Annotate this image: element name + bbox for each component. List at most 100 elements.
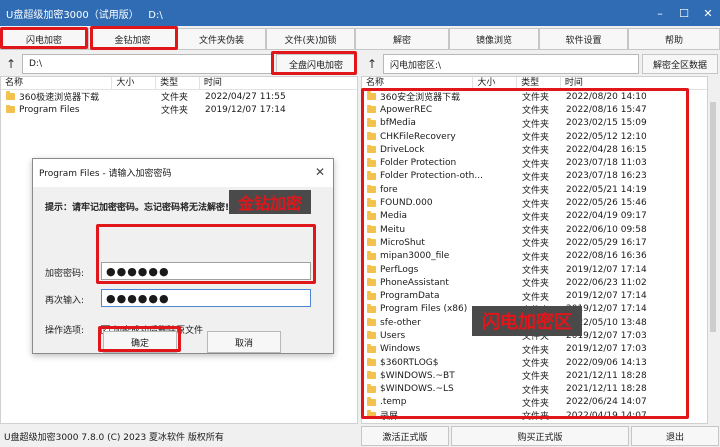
right-path-field[interactable]: 闪电加密区:\ xyxy=(383,54,639,74)
file-row[interactable]: Folder Protection 文件夹 2023/07/18 11:03 xyxy=(362,156,707,170)
file-time: 2022/06/23 11:02 xyxy=(566,277,647,288)
file-type: 文件夹 xyxy=(522,279,550,290)
file-type: 文件夹 xyxy=(522,93,550,104)
file-row[interactable]: Meitu 文件夹 2022/06/10 09:58 xyxy=(362,223,707,236)
file-name: PhoneAssistant xyxy=(380,277,449,288)
file-name-cell: CHKFileRecovery xyxy=(362,131,518,142)
file-row[interactable]: MicroShut 文件夹 2022/05/29 16:17 xyxy=(362,236,707,249)
confirm-password-label: 再次输入: xyxy=(45,296,85,306)
folder-icon xyxy=(367,171,376,180)
file-name: Folder Protection-oth... xyxy=(380,171,483,182)
ok-button[interactable]: 确定 xyxy=(103,331,177,353)
file-row[interactable]: 360安全浏览器下载 文件夹 2022/08/20 14:10 xyxy=(362,90,707,103)
gold-encrypt-callout: 金钻加密 xyxy=(229,190,311,214)
file-name-cell: fore xyxy=(362,184,518,195)
file-row[interactable]: PerfLogs 文件夹 2019/12/07 17:14 xyxy=(362,263,707,276)
file-row[interactable]: mipan3000_file 文件夹 2022/08/16 16:36 xyxy=(362,250,707,263)
folder-icon xyxy=(367,344,376,353)
help-button[interactable]: 帮助 xyxy=(628,28,720,50)
file-row[interactable]: fore 文件夹 2022/05/21 14:19 xyxy=(362,183,707,196)
close-icon[interactable]: ✕ xyxy=(696,0,720,26)
gold-encrypt-button[interactable]: 金钻加密 xyxy=(88,28,177,50)
file-lock-button[interactable]: 文件(夹)加锁 xyxy=(266,28,355,50)
file-row[interactable]: FOUND.000 文件夹 2022/05/26 15:46 xyxy=(362,196,707,210)
file-row[interactable]: .temp 文件夹 2022/06/24 14:07 xyxy=(362,396,707,409)
file-name-cell: Meitu xyxy=(362,224,518,235)
dialog-title: Program Files - 请输入加密密码 xyxy=(39,168,172,179)
file-name: PerfLogs xyxy=(380,264,419,275)
close-icon[interactable]: ✕ xyxy=(315,165,325,179)
file-row[interactable]: Folder Protection-oth... 文件夹 2023/07/18 16… xyxy=(362,170,707,183)
file-row[interactable]: 360极速浏览器下载 文件夹 2022/04/27 11:55 xyxy=(1,90,357,103)
file-name-cell: PerfLogs xyxy=(362,264,518,275)
file-row[interactable]: CHKFileRecovery 文件夹 2022/05/12 12:10 xyxy=(362,130,707,143)
col-time[interactable]: 时间 xyxy=(200,77,357,90)
file-row[interactable]: $360RTLOG$ 文件夹 2022/09/06 14:13 xyxy=(362,356,707,369)
col-time[interactable]: 时间 xyxy=(561,77,707,90)
file-row[interactable]: DriveLock 文件夹 2022/04/28 16:15 xyxy=(362,143,707,156)
file-type: 文件夹 xyxy=(522,398,550,409)
file-row[interactable]: Windows 文件夹 2019/12/07 17:03 xyxy=(362,343,707,356)
up-arrow-icon[interactable]: ↑ xyxy=(361,54,383,74)
mirror-browse-button[interactable]: 镜像浏览 xyxy=(449,28,539,50)
file-time: 2022/08/20 14:10 xyxy=(566,91,647,102)
file-type: 文件夹 xyxy=(522,292,550,303)
title-bar: U盘超级加密3000（试用版） D:\ – ☐ ✕ xyxy=(0,0,720,26)
file-row[interactable]: $WINDOWS.~LS 文件夹 2021/12/11 18:28 xyxy=(362,383,707,396)
file-type: 文件夹 xyxy=(161,93,189,104)
file-name: DriveLock xyxy=(380,144,425,155)
activate-button[interactable]: 激活正式版 xyxy=(361,426,449,446)
col-name[interactable]: 名称 xyxy=(362,77,474,90)
file-name-cell: Program Files xyxy=(1,104,157,115)
file-row[interactable]: Program Files 文件夹 2019/12/07 17:14 xyxy=(1,103,357,116)
file-row[interactable]: $WINDOWS.~BT 文件夹 2021/12/11 18:28 xyxy=(362,369,707,382)
file-name-cell: Folder Protection xyxy=(362,158,518,168)
file-name: $WINDOWS.~LS xyxy=(380,384,454,395)
file-time: 2022/04/19 14:07 xyxy=(566,410,647,421)
full-disk-flash-encrypt-button[interactable]: 全盘闪电加密 xyxy=(276,54,356,74)
file-time: 2022/05/21 14:19 xyxy=(566,184,647,195)
password-field[interactable]: ●●●●●● xyxy=(101,262,311,280)
file-row[interactable]: PhoneAssistant 文件夹 2022/06/23 11:02 xyxy=(362,276,707,289)
exit-button[interactable]: 退出 xyxy=(631,426,719,446)
scrollbar-thumb[interactable] xyxy=(710,102,716,332)
col-size[interactable]: 大小 xyxy=(112,77,157,90)
folder-icon xyxy=(367,198,376,207)
left-path-field[interactable]: D:\ xyxy=(22,54,272,74)
settings-button[interactable]: 软件设置 xyxy=(539,28,628,50)
decrypt-button[interactable]: 解密 xyxy=(355,28,449,50)
col-name[interactable]: 名称 xyxy=(1,77,113,90)
file-name-cell: $WINDOWS.~LS xyxy=(362,384,518,394)
file-row[interactable]: 录屏 文件夹 2022/04/19 14:07 xyxy=(362,409,707,422)
col-size[interactable]: 大小 xyxy=(473,77,518,90)
col-type[interactable]: 类型 xyxy=(517,77,561,90)
right-scrollbar[interactable] xyxy=(708,88,718,424)
file-type: 文件夹 xyxy=(522,345,550,356)
file-row[interactable]: ProgramData 文件夹 2019/12/07 17:14 xyxy=(362,289,707,303)
minimize-icon[interactable]: – xyxy=(648,0,672,26)
folder-icon xyxy=(6,91,15,101)
file-row[interactable]: bfMedia 文件夹 2023/02/15 15:09 xyxy=(362,117,707,130)
confirm-password-field[interactable]: ●●●●●● xyxy=(101,289,311,307)
file-row[interactable]: Media 文件夹 2022/04/19 09:17 xyxy=(362,210,707,223)
folder-icon xyxy=(6,104,15,114)
file-type: 文件夹 xyxy=(522,239,550,250)
right-file-list[interactable]: 名称 大小 类型 时间 360安全浏览器下载 文件夹 2022/08/20 14:1… xyxy=(361,76,708,424)
buy-button[interactable]: 购买正式版 xyxy=(451,426,629,446)
password-hint: 提示：请牢记加密密码。忘记密码将无法解密!!! xyxy=(45,203,238,213)
up-arrow-icon[interactable]: ↑ xyxy=(0,54,22,74)
maximize-icon[interactable]: ☐ xyxy=(672,0,696,26)
options-label: 操作选项: xyxy=(45,326,85,336)
folder-icon xyxy=(367,224,376,234)
dialog-title-bar: Program Files - 请输入加密密码 ✕ xyxy=(33,159,333,185)
folder-disguise-button[interactable]: 文件夹伪装 xyxy=(177,28,266,50)
decrypt-all-button[interactable]: 解密全区数据 xyxy=(642,54,718,74)
col-type[interactable]: 类型 xyxy=(156,77,200,90)
folder-icon xyxy=(367,397,376,406)
file-row[interactable]: ApowerREC 文件夹 2022/08/16 15:47 xyxy=(362,103,707,116)
cancel-button[interactable]: 取消 xyxy=(207,331,281,353)
file-name: Folder Protection xyxy=(380,158,457,169)
flash-encrypt-button[interactable]: 闪电加密 xyxy=(0,28,88,50)
folder-icon xyxy=(367,237,376,247)
file-name-cell: FOUND.000 xyxy=(362,198,518,208)
